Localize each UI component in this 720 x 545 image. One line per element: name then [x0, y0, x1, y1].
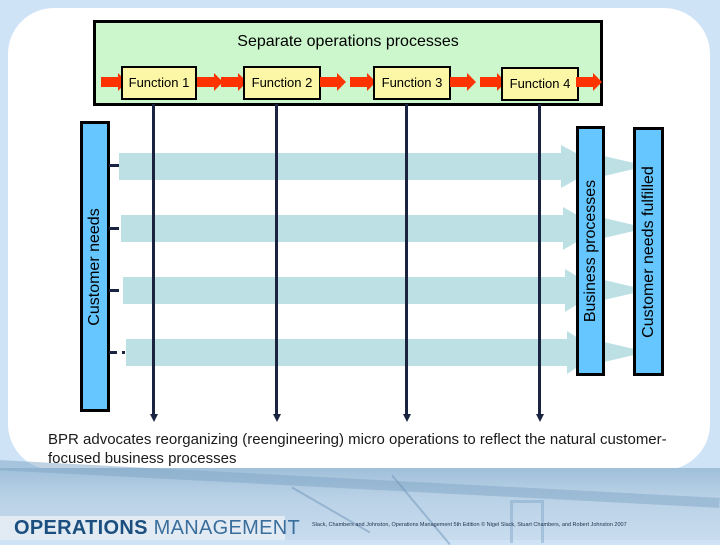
process-lane-1: [119, 145, 600, 188]
lane-connector: [109, 164, 119, 167]
arrow-down-icon: [149, 414, 158, 422]
brand-light: MANAGEMENT: [153, 517, 300, 539]
business-processes-label: Business processes: [581, 179, 599, 323]
copyright-notice: Slack, Chambers and Johnston, Operations…: [312, 522, 627, 528]
bpr-caption: BPR advocates reorganizing (reengineerin…: [48, 431, 667, 467]
arrow-down-icon: [402, 414, 411, 422]
process-lane-4: [126, 331, 600, 374]
customer-needs-label: Customer needs: [86, 207, 103, 326]
customer-needs-fulfilled-bar: Customer needs fulfilled: [633, 127, 664, 376]
brand-logo: OPERATIONS MANAGEMENT: [14, 516, 300, 540]
brand-bold: OPERATIONS: [14, 517, 148, 539]
customer-needs-bar: Customer needs: [80, 121, 110, 412]
arrow-down-icon: [272, 414, 281, 422]
function-line-4: [538, 104, 541, 416]
function-line-3: [405, 104, 408, 416]
lane-connector: [109, 227, 119, 230]
process-lane-2: [121, 207, 600, 250]
lane-connector: [109, 289, 119, 292]
function-line-2: [275, 104, 278, 416]
business-processes-bar: Business processes: [576, 126, 605, 376]
customer-needs-fulfilled-label: Customer needs fulfilled: [639, 165, 657, 338]
lane-connector: [109, 351, 117, 354]
lane-connector: [122, 351, 125, 354]
process-lane-3: [123, 269, 600, 312]
arrow-down-icon: [535, 414, 544, 422]
function-line-1: [152, 104, 155, 416]
